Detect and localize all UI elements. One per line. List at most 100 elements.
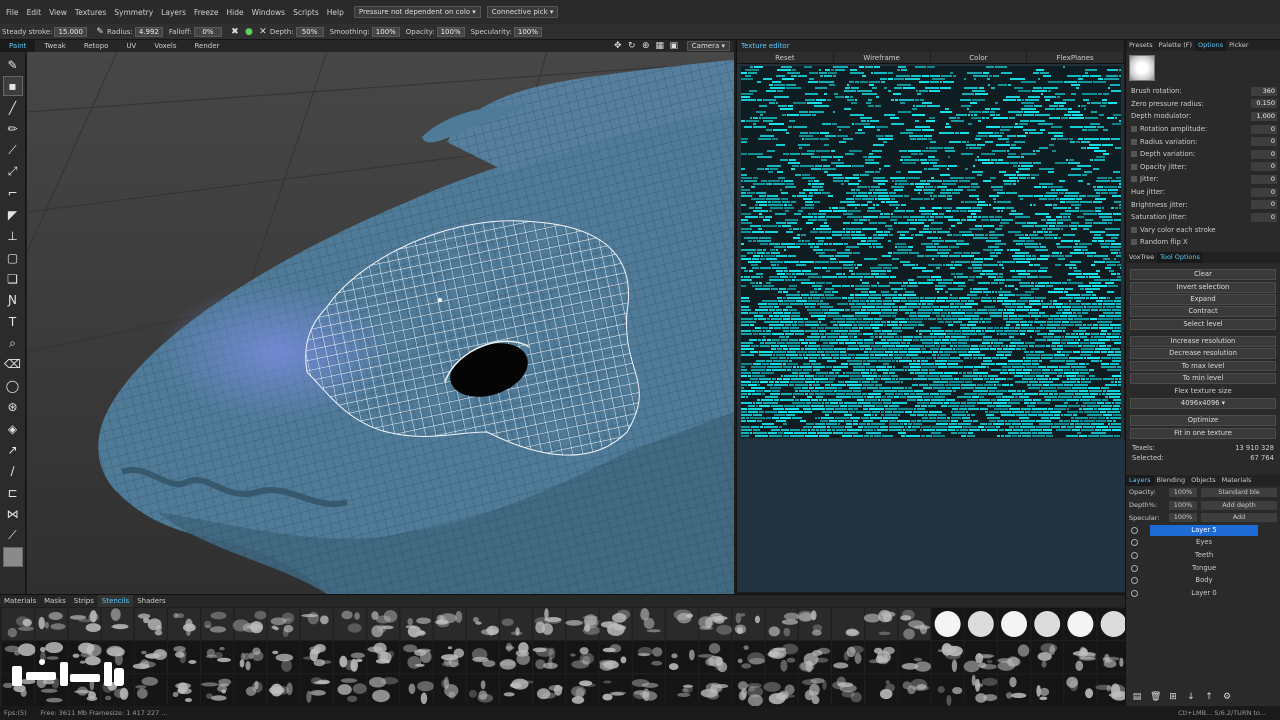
eraser-icon[interactable]: ⌫ [3,354,23,374]
tex-color-button[interactable]: Color [931,52,1028,63]
stencil-thumbnail[interactable] [466,608,499,640]
layer-item[interactable]: Eyes [1126,537,1280,550]
stencil-thumbnail[interactable] [533,674,566,707]
eye-icon[interactable] [1131,577,1138,585]
stencil-grid[interactable] [0,608,1125,707]
knife-icon[interactable]: ⌐ [3,183,23,203]
fill-tool-icon[interactable]: ▪ [2,76,23,97]
needle-icon[interactable]: ↗ [3,440,23,460]
pencil-tool-icon[interactable]: ✏ [3,119,23,139]
option-row[interactable]: Zero pressure radius: 0.150 [1126,98,1280,111]
move-down-icon[interactable]: ↓ [1186,692,1196,702]
option-row[interactable]: Depth modulator: 1.000 [1126,110,1280,123]
stencil-thumbnail[interactable] [931,641,964,674]
stencil-thumbnail[interactable] [2,608,35,640]
tab-presets[interactable]: Presets [1126,40,1156,51]
option-value[interactable]: 0 [1251,149,1277,159]
stencil-thumbnail[interactable] [433,674,466,707]
stencil-thumbnail[interactable] [1095,674,1125,707]
increase-resolution-button[interactable]: Increase resolution [1130,335,1276,347]
option-value[interactable]: 0 [1251,212,1277,222]
tab-shelf-shaders[interactable]: Shaders [133,595,169,607]
tab-tool-options[interactable]: Tool Options [1157,251,1203,263]
zoom-icon[interactable]: ⊕ [641,41,651,51]
depth-mode-combo[interactable]: Add depth [1201,500,1277,510]
option-checkbox[interactable] [1131,163,1137,170]
option-value[interactable]: 0 [1251,187,1277,197]
stencil-thumbnail[interactable] [632,641,665,674]
stencil-thumbnail[interactable] [963,641,997,674]
stencil-thumbnail[interactable] [533,608,566,640]
stencil-thumbnail[interactable] [898,641,931,674]
contract-button[interactable]: Contract [1130,306,1276,318]
layer-specular-row[interactable]: Specular: 100% Add [1126,511,1280,524]
menu-textures[interactable]: Textures [71,8,110,17]
globe-icon[interactable]: ⊛ [3,397,23,417]
rotate-icon[interactable]: ↻ [627,41,637,51]
stencil-thumbnail[interactable] [300,641,333,674]
depth-value[interactable]: 50% [295,26,324,37]
stencil-thumbnail[interactable] [666,674,698,707]
option-row[interactable]: Rotation amplitude: 0 [1126,123,1280,136]
stencil-thumbnail[interactable] [863,608,898,640]
color-swatch-icon[interactable] [2,546,23,567]
stencil-thumbnail[interactable] [200,674,234,707]
lasso-icon[interactable]: ◯ [3,376,23,396]
option-value[interactable]: 0.150 [1251,99,1277,109]
tab-retopo[interactable]: Retopo [75,40,118,52]
stencil-thumbnail[interactable] [599,608,632,640]
layer-opacity-row[interactable]: Opacity: 100% Standard ble [1126,486,1280,499]
flex-texture-size-combo[interactable]: 4096x4096 ▾ [1130,398,1276,410]
stencil-thumbnail[interactable] [796,608,831,640]
to-max-level-button[interactable]: To max level [1130,360,1276,372]
clear-button[interactable]: Clear [1130,269,1276,281]
tab-picker[interactable]: Picker [1226,40,1251,51]
invert-selection-button[interactable]: Invert selection [1130,281,1276,293]
stencil-thumbnail[interactable] [765,608,799,640]
select-level-button[interactable]: Select level [1130,318,1276,330]
stencil-thumbnail[interactable] [732,641,766,674]
tab-shelf-materials[interactable]: Materials [0,595,40,607]
tab-shelf-strips[interactable]: Strips [70,595,98,607]
butterfly-icon[interactable]: ⋈ [3,504,23,524]
stencil-thumbnail[interactable] [466,641,499,674]
menu-windows[interactable]: Windows [248,8,289,17]
menu-edit[interactable]: Edit [23,8,46,17]
stencil-thumbnail[interactable] [998,608,1030,640]
stencil-thumbnail[interactable] [599,674,632,707]
stencil-thumbnail[interactable] [101,608,134,640]
layer-item[interactable]: Layer 0 [1126,587,1280,600]
stencil-thumbnail[interactable] [500,674,535,707]
stencil-thumbnail[interactable] [565,608,601,640]
ruler-icon[interactable]: ⊏ [3,483,23,503]
stencil-thumbnail[interactable] [334,674,367,707]
connective-combo[interactable]: Connective pick ▾ [486,6,559,18]
stencil-thumbnail[interactable] [666,608,698,640]
merge-layer-icon[interactable]: ⊞ [1168,692,1178,702]
stencil-thumbnail[interactable] [367,641,400,674]
to-min-level-button[interactable]: To min level [1130,373,1276,384]
stencil-thumbnail[interactable] [532,641,566,674]
tab-tweak[interactable]: Tweak [35,40,75,52]
depth-param[interactable]: Depth: 50% [270,26,324,37]
tab-render[interactable]: Render [186,40,229,52]
bandage-icon[interactable]: ◈ [3,419,23,439]
eye-icon[interactable] [1131,551,1138,559]
stencil-thumbnail[interactable] [898,608,931,640]
stencil-thumbnail[interactable] [400,641,433,674]
text-tool-icon[interactable]: T [3,312,23,332]
green-dot-icon[interactable]: ● [244,27,254,37]
smudge-icon[interactable]: ⤢ [3,162,23,182]
layer-depth-row[interactable]: Depth%: 100% Add depth [1126,499,1280,512]
stencil-thumbnail[interactable] [1031,674,1064,707]
stencil-thumbnail[interactable] [931,674,964,707]
stencil-thumbnail[interactable] [599,641,632,674]
option-row[interactable]: Hue jitter: 0 [1126,186,1280,199]
menu-freeze[interactable]: Freeze [190,8,222,17]
stencil-thumbnail[interactable] [500,608,532,640]
stencil-thumbnail[interactable] [631,674,665,707]
frame-select-icon[interactable]: ▢ [3,248,23,268]
stencil-thumbnail[interactable] [898,674,931,707]
frame-icon[interactable]: ▣ [669,41,679,51]
stencil-thumbnail[interactable] [997,641,1030,674]
